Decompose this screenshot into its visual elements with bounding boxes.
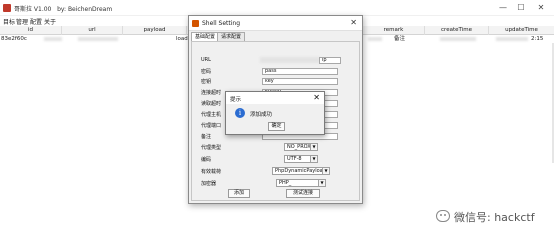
label-read-timeout: 读取超时 (201, 101, 222, 107)
chevron-down-icon[interactable]: ▼ (310, 156, 317, 162)
column-header-payload[interactable]: payload (123, 26, 187, 35)
label-remark: 备注 (201, 134, 212, 140)
chevron-down-icon[interactable]: ▼ (322, 168, 329, 174)
maximize-button[interactable]: ☐ (512, 2, 530, 13)
main-titlebar: 哥斯拉 V1.00 by: BeichenDream — ☐ ✕ (0, 0, 554, 16)
add-button[interactable]: 添加 (228, 189, 250, 198)
tab-basic-config[interactable]: 基础配置 (191, 32, 220, 41)
redacted-cell (368, 37, 382, 41)
cell-updatetime: 2:15 (531, 36, 544, 42)
password-input[interactable]: pass (262, 68, 338, 75)
wechat-icon (436, 210, 450, 222)
label-url: URL (201, 57, 211, 63)
cryption-value: PHP_ (279, 180, 292, 186)
app-title: 哥斯拉 V1.00 by: BeichenDream (14, 6, 113, 13)
column-header-remark[interactable]: remark (363, 26, 425, 35)
proxy-type-select[interactable]: NO_PROXY ▼ (284, 143, 318, 151)
tab-request-config[interactable]: 请求配置 (217, 32, 246, 41)
prompt-title: 提示 (230, 97, 242, 103)
cell-remark: 备注 (394, 36, 406, 42)
key-input[interactable]: key (262, 78, 338, 85)
label-password: 密码 (201, 69, 212, 75)
redacted-createtime (440, 37, 476, 41)
label-proxy-host: 代理主机 (201, 112, 222, 118)
redacted-cell (44, 37, 62, 41)
test-connection-button[interactable]: 测试连接 (286, 189, 320, 198)
label-proxy-port: 代理端口 (201, 123, 222, 129)
dialog-title: Shell Setting (202, 20, 241, 27)
menu-manage[interactable]: 管理 (16, 17, 28, 26)
dialog-titlebar: Shell Setting ✕ (189, 16, 362, 31)
column-header-updatetime[interactable]: updateTime (489, 26, 554, 35)
watermark-text: 微信号: hackctf (454, 211, 535, 224)
column-header-createtime[interactable]: createTime (425, 26, 489, 35)
menu-target[interactable]: 目标 (3, 17, 15, 26)
prompt-titlebar: 提示 ✕ (226, 92, 324, 104)
prompt-message: 添加成功 (250, 112, 273, 118)
dialog-close-button[interactable]: ✕ (350, 18, 357, 27)
payload-select[interactable]: PhpDynamicPayload ▼ (272, 167, 330, 175)
close-button[interactable]: ✕ (532, 2, 550, 13)
cryption-select[interactable]: PHP_ ▼ (276, 179, 326, 187)
encoding-select[interactable]: UTF-8 ▼ (284, 155, 318, 163)
encoding-value: UTF-8 (287, 156, 302, 162)
app-logo-icon (3, 4, 11, 12)
column-header-id[interactable]: id (0, 26, 62, 35)
prompt-dialog: 提示 ✕ i 添加成功 确定 (225, 91, 325, 135)
column-header-url[interactable]: url (62, 26, 123, 35)
redacted-url (78, 37, 118, 41)
label-encoding: 编码 (201, 157, 212, 163)
menu-config[interactable]: 配置 (30, 17, 42, 26)
chevron-down-icon[interactable]: ▼ (318, 180, 325, 186)
label-payload: 有效载荷 (201, 169, 222, 175)
url-input[interactable]: ip (319, 57, 341, 64)
menu-about[interactable]: 关于 (44, 17, 56, 26)
ok-button[interactable]: 确定 (268, 122, 285, 131)
redacted-url-value (260, 57, 320, 63)
label-proxy-type: 代理类型 (201, 145, 222, 151)
info-icon: i (235, 108, 245, 118)
label-key: 密钥 (201, 79, 212, 85)
prompt-close-button[interactable]: ✕ (313, 93, 320, 102)
chevron-down-icon[interactable]: ▼ (310, 144, 317, 150)
minimize-button[interactable]: — (494, 2, 512, 13)
label-connect-timeout: 连接超时 (201, 90, 222, 96)
cell-id: 83e2f60c (1, 36, 27, 42)
cell-payload: load (176, 36, 188, 42)
dialog-app-icon (192, 20, 199, 27)
redacted-updatetime (496, 37, 528, 41)
payload-value: PhpDynamicPayload (275, 168, 326, 174)
label-cryption: 加密器 (201, 181, 217, 187)
